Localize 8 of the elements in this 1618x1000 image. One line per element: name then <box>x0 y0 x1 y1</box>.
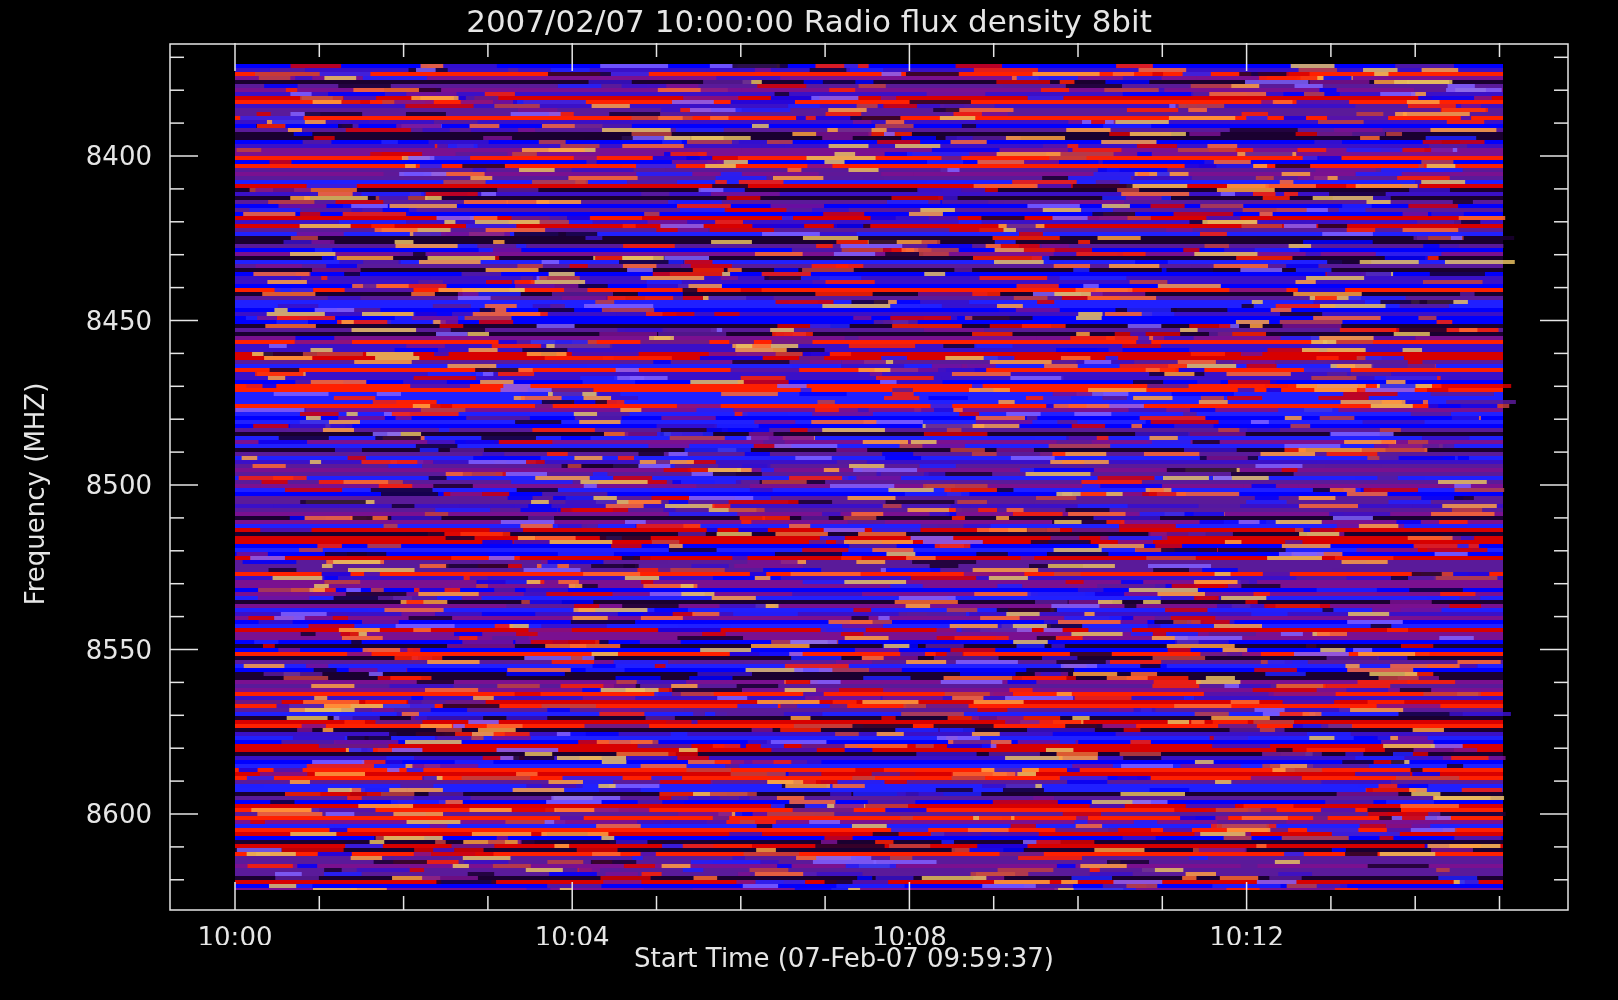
y-tick-label: 8400 <box>85 141 152 171</box>
y-tick-label: 8450 <box>85 305 152 336</box>
x-axis-label: Start Time (07-Feb-07 09:59:37) <box>634 945 1054 971</box>
y-tick-label: 8600 <box>85 799 152 829</box>
y-tick-label: 8550 <box>85 634 152 665</box>
y-axis-label: Frequency (MHZ) <box>22 382 48 606</box>
chart-title: 2007/02/07 10:00:00 Radio flux density 8bit <box>466 6 1152 37</box>
y-tick-label: 8500 <box>85 470 152 500</box>
